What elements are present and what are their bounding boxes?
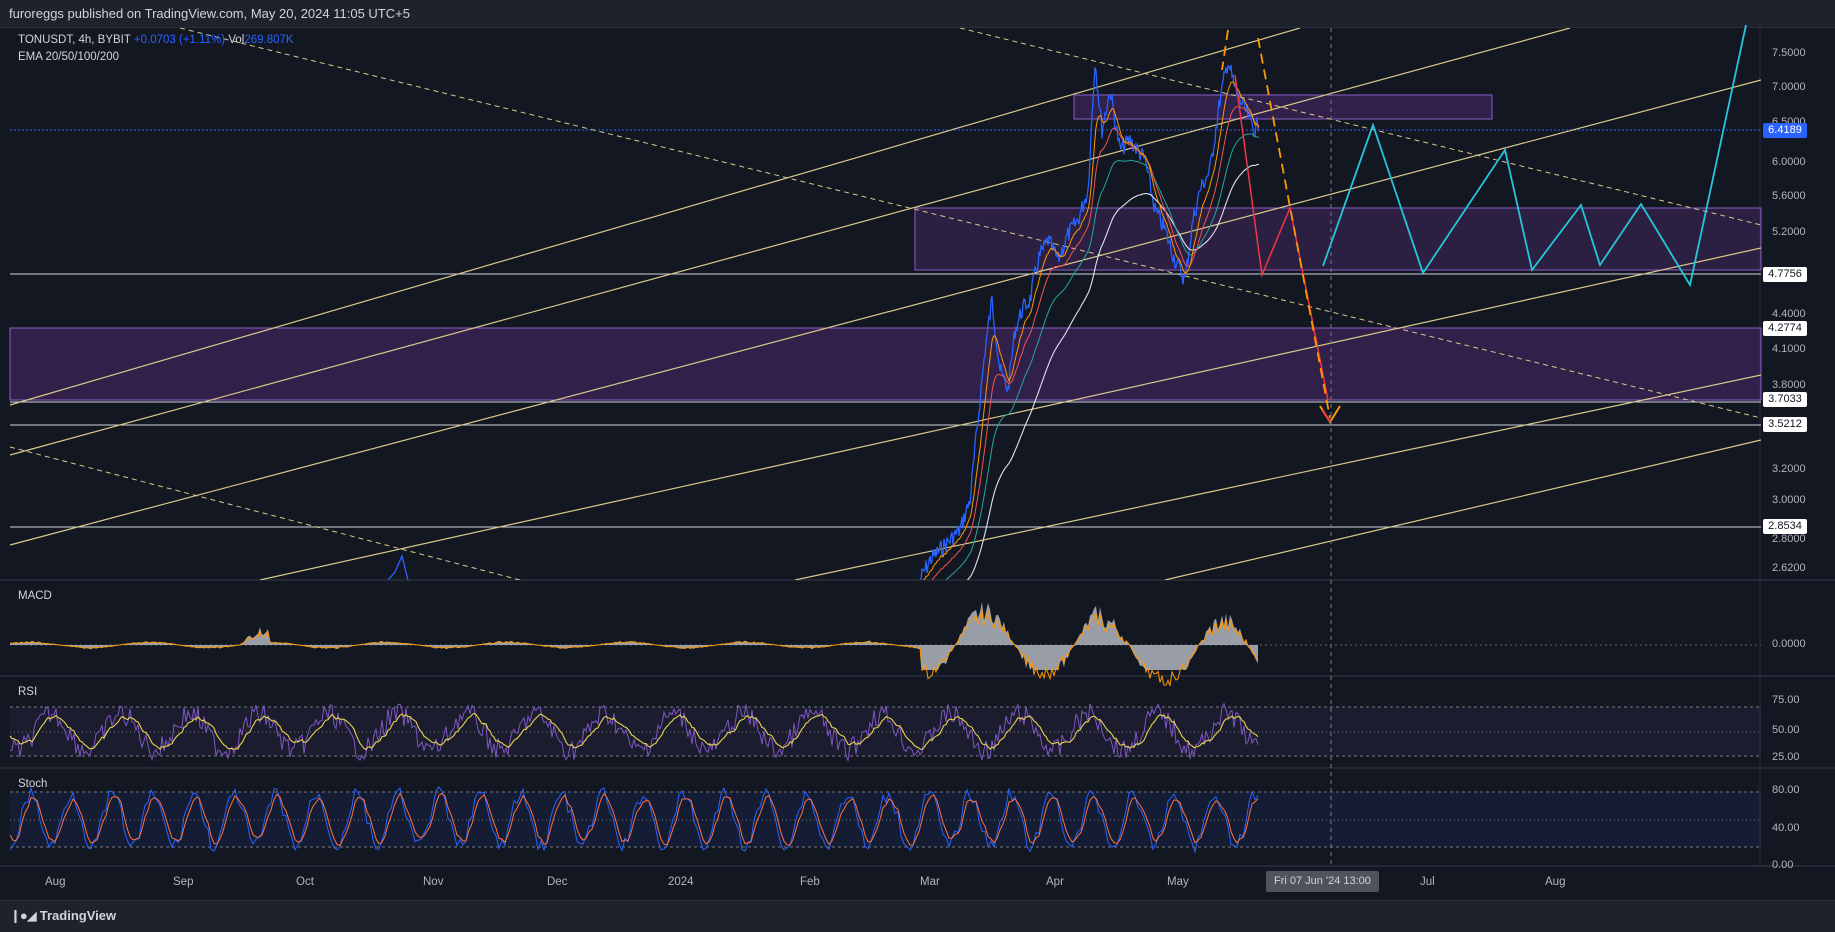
rsi-pane-label[interactable]: RSI (18, 686, 37, 698)
channel-line-6 (1164, 439, 1761, 580)
price-tick: 2.8000 (1772, 533, 1806, 545)
stoch-tick: 80.00 (1772, 784, 1800, 796)
time-tick: 2024 (668, 876, 694, 888)
tradingview-brand: TradingView (39, 908, 117, 923)
price-tick: 3.8000 (1772, 379, 1806, 391)
time-tick: May (1167, 876, 1189, 888)
macd-pane-label[interactable]: MACD (18, 590, 52, 602)
footer-bar: ❙●◢ TradingView (0, 900, 1835, 932)
stoch-tick: 0.00 (1772, 859, 1794, 871)
volume-label: Vol (228, 34, 245, 46)
price-tick: 5.6000 (1772, 190, 1806, 202)
time-tick: Aug (1545, 876, 1566, 888)
price-tick: 6.0000 (1772, 156, 1806, 168)
price-tick: 7.0000 (1772, 81, 1806, 93)
tradingview-logo-icon: ❙●◢ (10, 908, 37, 923)
time-tick: Jul (1420, 876, 1435, 888)
tradingview-logo[interactable]: ❙●◢ TradingView (10, 908, 116, 924)
crosshair-time-label: Fri 07 Jun '24 13:00 (1266, 871, 1379, 892)
price-tick: 5.2000 (1772, 226, 1806, 238)
time-tick: Apr (1046, 876, 1064, 888)
time-tick: Nov (423, 876, 444, 888)
rsi-tick: 25.00 (1772, 751, 1800, 763)
volume-value: 269.807K (244, 34, 294, 46)
price-tick: 4.1000 (1772, 343, 1806, 355)
price-tick: 4.4000 (1772, 308, 1806, 320)
price-tick: 7.5000 (1772, 47, 1806, 59)
chart-canvas[interactable] (0, 0, 1835, 931)
stoch-pane-label[interactable]: Stoch (18, 778, 47, 790)
price-change: +0.0703 (+1.11%) (133, 34, 226, 46)
time-tick: Oct (296, 876, 314, 888)
dashed-trend-3 (9, 446, 521, 580)
level-tag: 3.7033 (1763, 392, 1807, 407)
rsi-tick: 75.00 (1772, 694, 1800, 706)
rsi-tick: 50.00 (1772, 724, 1800, 736)
ema-legend[interactable]: EMA 20/50/100/200 (18, 51, 119, 63)
stoch-tick: 40.00 (1772, 822, 1800, 834)
time-tick: Mar (920, 876, 940, 888)
level-tag: 4.2774 (1763, 321, 1807, 336)
macd-signal-line (9, 609, 1259, 687)
zone-lower (9, 327, 1762, 401)
level-tag: 2.8534 (1763, 519, 1807, 534)
price-tick: 3.0000 (1772, 494, 1806, 506)
level-tag: 3.5212 (1763, 417, 1807, 432)
arrow-head-icon (1319, 405, 1341, 424)
price-tick: 2.6200 (1772, 562, 1806, 574)
ema-info: EMA 20/50/100/200 (18, 51, 120, 63)
macd-tick: 0.0000 (1772, 638, 1806, 650)
time-tick: Dec (547, 876, 568, 888)
symbol-info: TONUSDT, 4h, BYBIT (18, 34, 131, 46)
zone-middle (914, 207, 1762, 271)
channel-line-4 (259, 247, 1761, 580)
symbol-legend[interactable]: TONUSDT, 4h, BYBIT +0.0703 (+1.11%) Vol2… (18, 34, 294, 46)
level-tag: 4.7756 (1763, 267, 1807, 282)
time-tick: Sep (173, 876, 194, 888)
price-tick: 3.2000 (1772, 463, 1806, 475)
channel-line-5 (794, 374, 1761, 580)
time-tick: Aug (45, 876, 66, 888)
macd-histogram (10, 601, 1258, 670)
dashed-trend-1 (959, 28, 1761, 226)
current-price-tag: 6.4189 (1763, 123, 1807, 138)
time-tick: Feb (800, 876, 820, 888)
